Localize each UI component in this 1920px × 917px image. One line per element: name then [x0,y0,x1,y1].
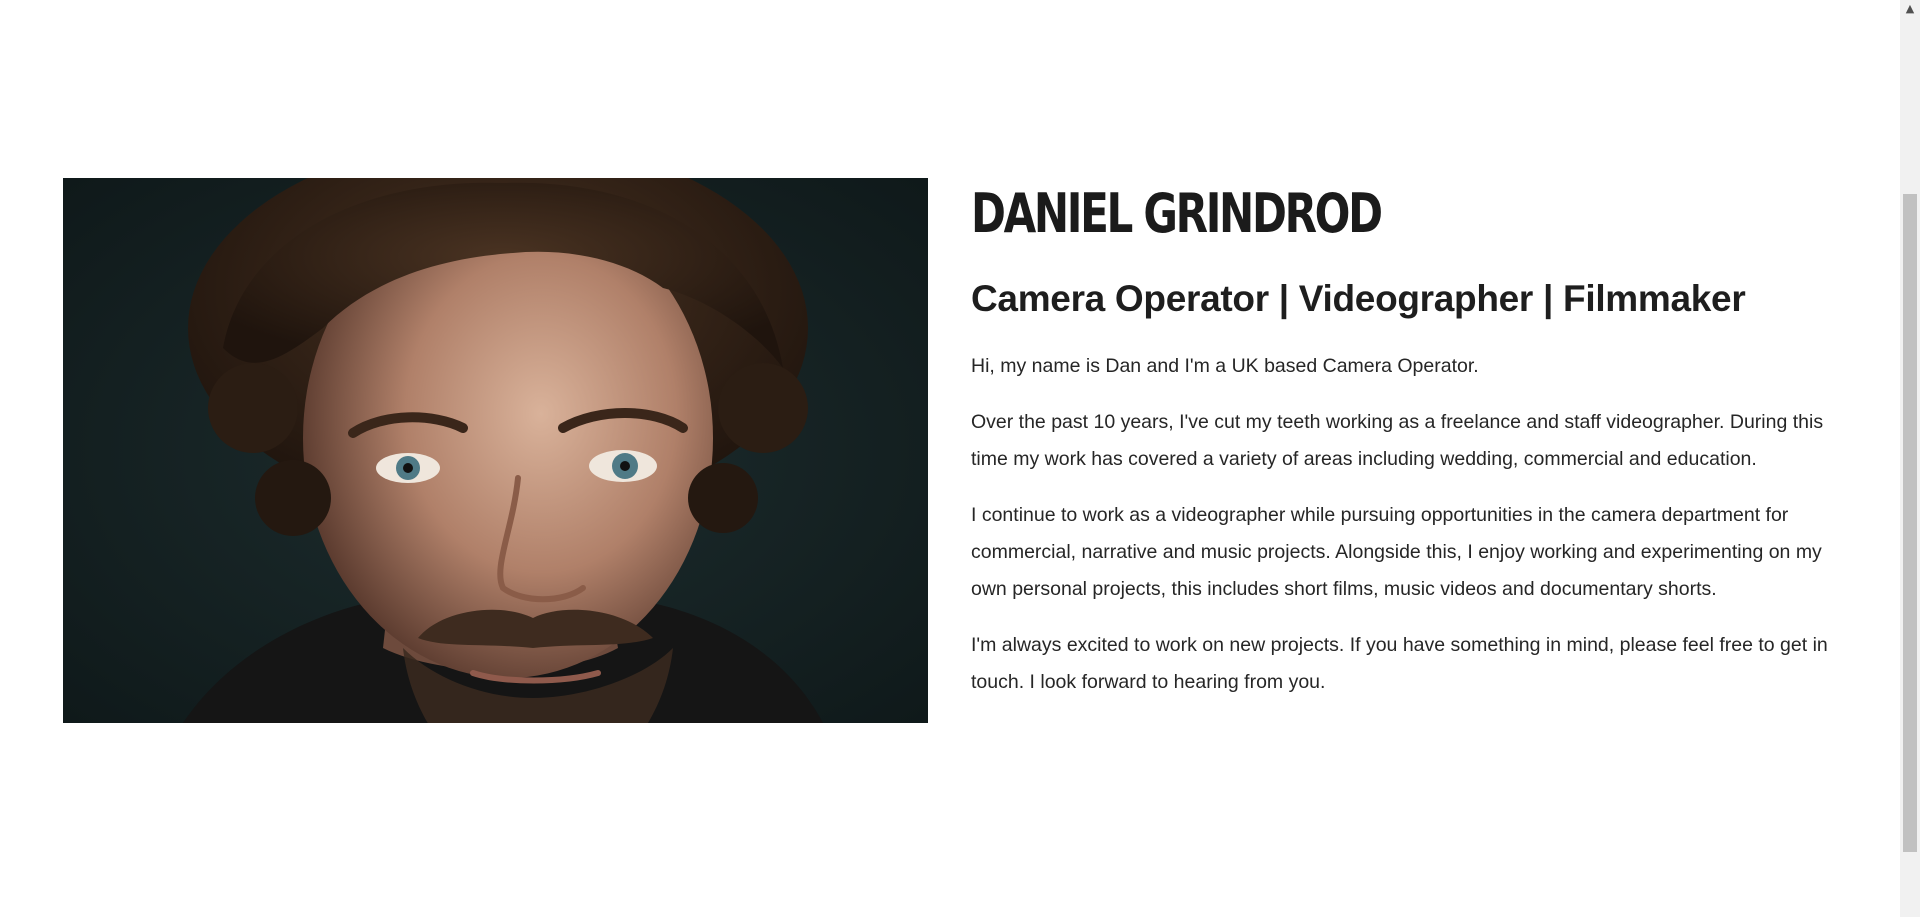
scrollbar-thumb[interactable] [1903,194,1917,852]
page-title: Daniel Grindrod [971,182,1383,245]
intro-paragraph: Hi, my name is Dan and I'm a UK based Ca… [971,355,1479,377]
portrait-illustration [63,178,928,723]
page-viewport: Daniel Grindrod Camera Operator | Videog… [0,0,1900,917]
profile-portrait-photo [63,178,928,723]
vertical-scrollbar[interactable]: ▲ [1900,0,1920,917]
experience-paragraph: Over the past 10 years, I've cut my teet… [971,411,1824,470]
current-work-paragraph: I continue to work as a videographer whi… [971,504,1822,600]
about-section: Daniel Grindrod Camera Operator | Videog… [971,178,1841,701]
chevron-up-icon[interactable]: ▲ [1900,0,1920,17]
role-subtitle: Camera Operator | Videographer | Filmmak… [971,278,1746,319]
contact-paragraph: I'm always excited to work on new projec… [971,634,1828,693]
